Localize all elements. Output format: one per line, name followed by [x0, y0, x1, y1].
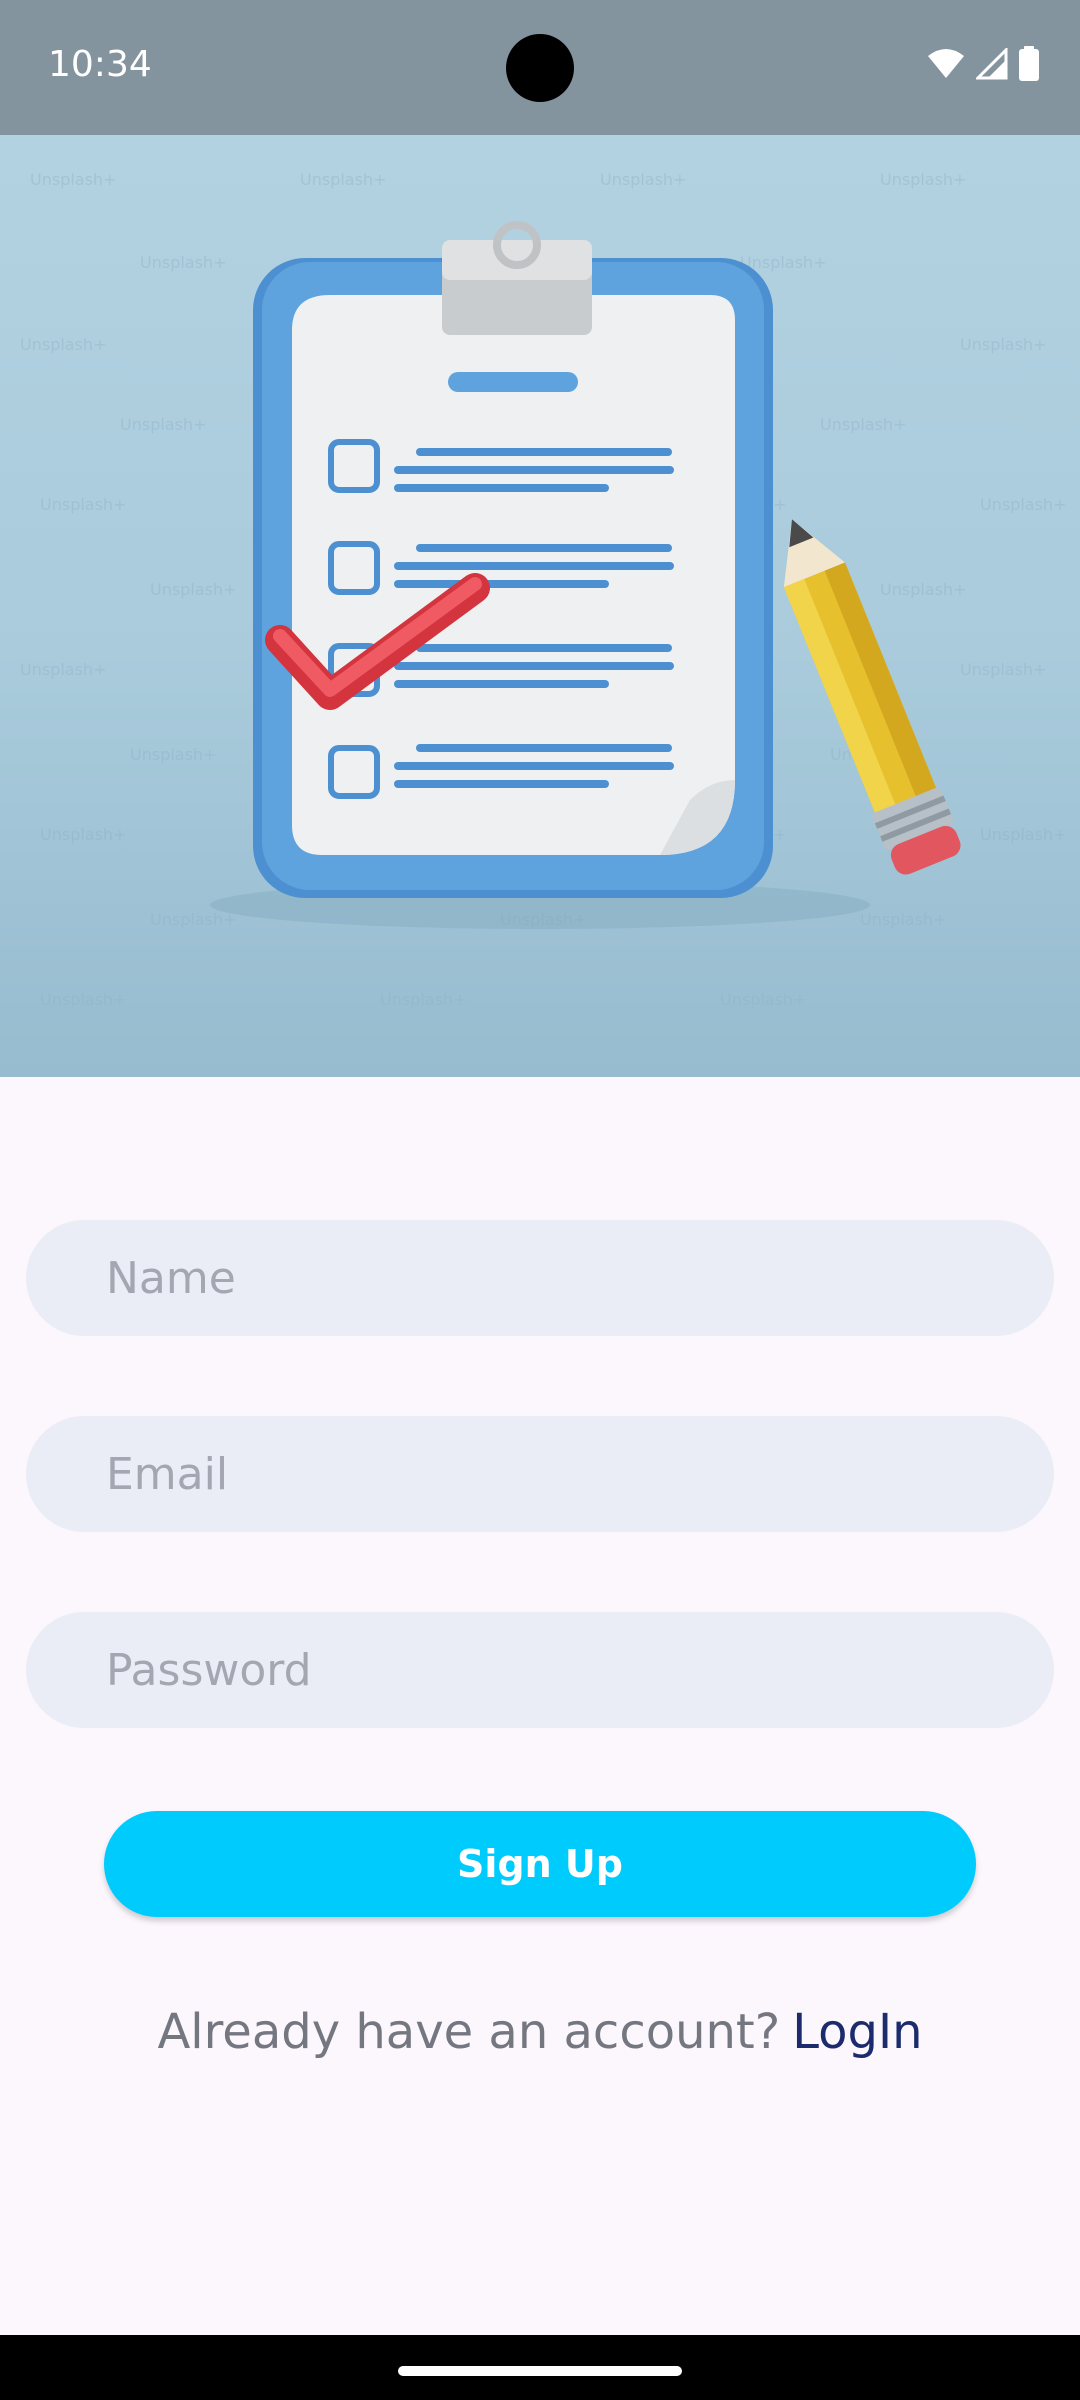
svg-text:Unsplash+: Unsplash+ — [40, 495, 126, 514]
svg-text:Unsplash+: Unsplash+ — [980, 495, 1066, 514]
status-icons — [926, 46, 1040, 82]
svg-text:Unsplash+: Unsplash+ — [140, 253, 226, 272]
svg-text:Unsplash+: Unsplash+ — [30, 170, 116, 189]
name-field[interactable] — [26, 1220, 1054, 1336]
svg-text:Unsplash+: Unsplash+ — [600, 170, 686, 189]
svg-text:Unsplash+: Unsplash+ — [820, 415, 906, 434]
svg-text:Unsplash+: Unsplash+ — [150, 910, 236, 929]
svg-text:Unsplash+: Unsplash+ — [380, 990, 466, 1009]
svg-text:Unsplash+: Unsplash+ — [960, 660, 1046, 679]
svg-text:Unsplash+: Unsplash+ — [720, 990, 806, 1009]
camera-cutout — [506, 34, 574, 102]
svg-text:Unsplash+: Unsplash+ — [150, 580, 236, 599]
status-bar: 10:34 — [0, 0, 1080, 135]
svg-text:Unsplash+: Unsplash+ — [880, 170, 966, 189]
login-row: Already have an account? LogIn — [0, 2004, 1080, 2060]
svg-text:Unsplash+: Unsplash+ — [880, 580, 966, 599]
battery-icon — [1019, 46, 1039, 81]
navigation-bar — [0, 2335, 1080, 2400]
svg-text:Unsplash+: Unsplash+ — [40, 825, 126, 844]
svg-text:Unsplash+: Unsplash+ — [860, 910, 946, 929]
hero-image: Unsplash+ Unsplash+ Unsplash+ Unsplash+ Uns… — [0, 135, 1080, 1077]
login-prompt: Already have an account? — [157, 2004, 781, 2060]
password-field[interactable] — [26, 1612, 1054, 1728]
svg-text:Unsplash+: Unsplash+ — [20, 335, 106, 354]
svg-text:Unsplash+: Unsplash+ — [40, 990, 126, 1009]
status-time: 10:34 — [48, 44, 152, 85]
sign-up-button[interactable]: Sign Up — [104, 1811, 976, 1917]
login-link[interactable]: LogIn — [792, 2004, 922, 2060]
svg-text:Unsplash+: Unsplash+ — [960, 335, 1046, 354]
svg-text:Unsplash+: Unsplash+ — [300, 170, 386, 189]
clipboard-illustration: Unsplash+ Unsplash+ Unsplash+ Unsplash+ Uns… — [20, 170, 1066, 1009]
svg-text:Unsplash+: Unsplash+ — [980, 825, 1066, 844]
signal-icon — [976, 48, 1008, 80]
svg-text:Unsplash+: Unsplash+ — [20, 660, 106, 679]
svg-text:Unsplash+: Unsplash+ — [130, 745, 216, 764]
wifi-icon — [928, 49, 964, 78]
svg-text:Unsplash+: Unsplash+ — [120, 415, 206, 434]
email-field[interactable] — [26, 1416, 1054, 1532]
home-indicator[interactable] — [398, 2366, 682, 2376]
